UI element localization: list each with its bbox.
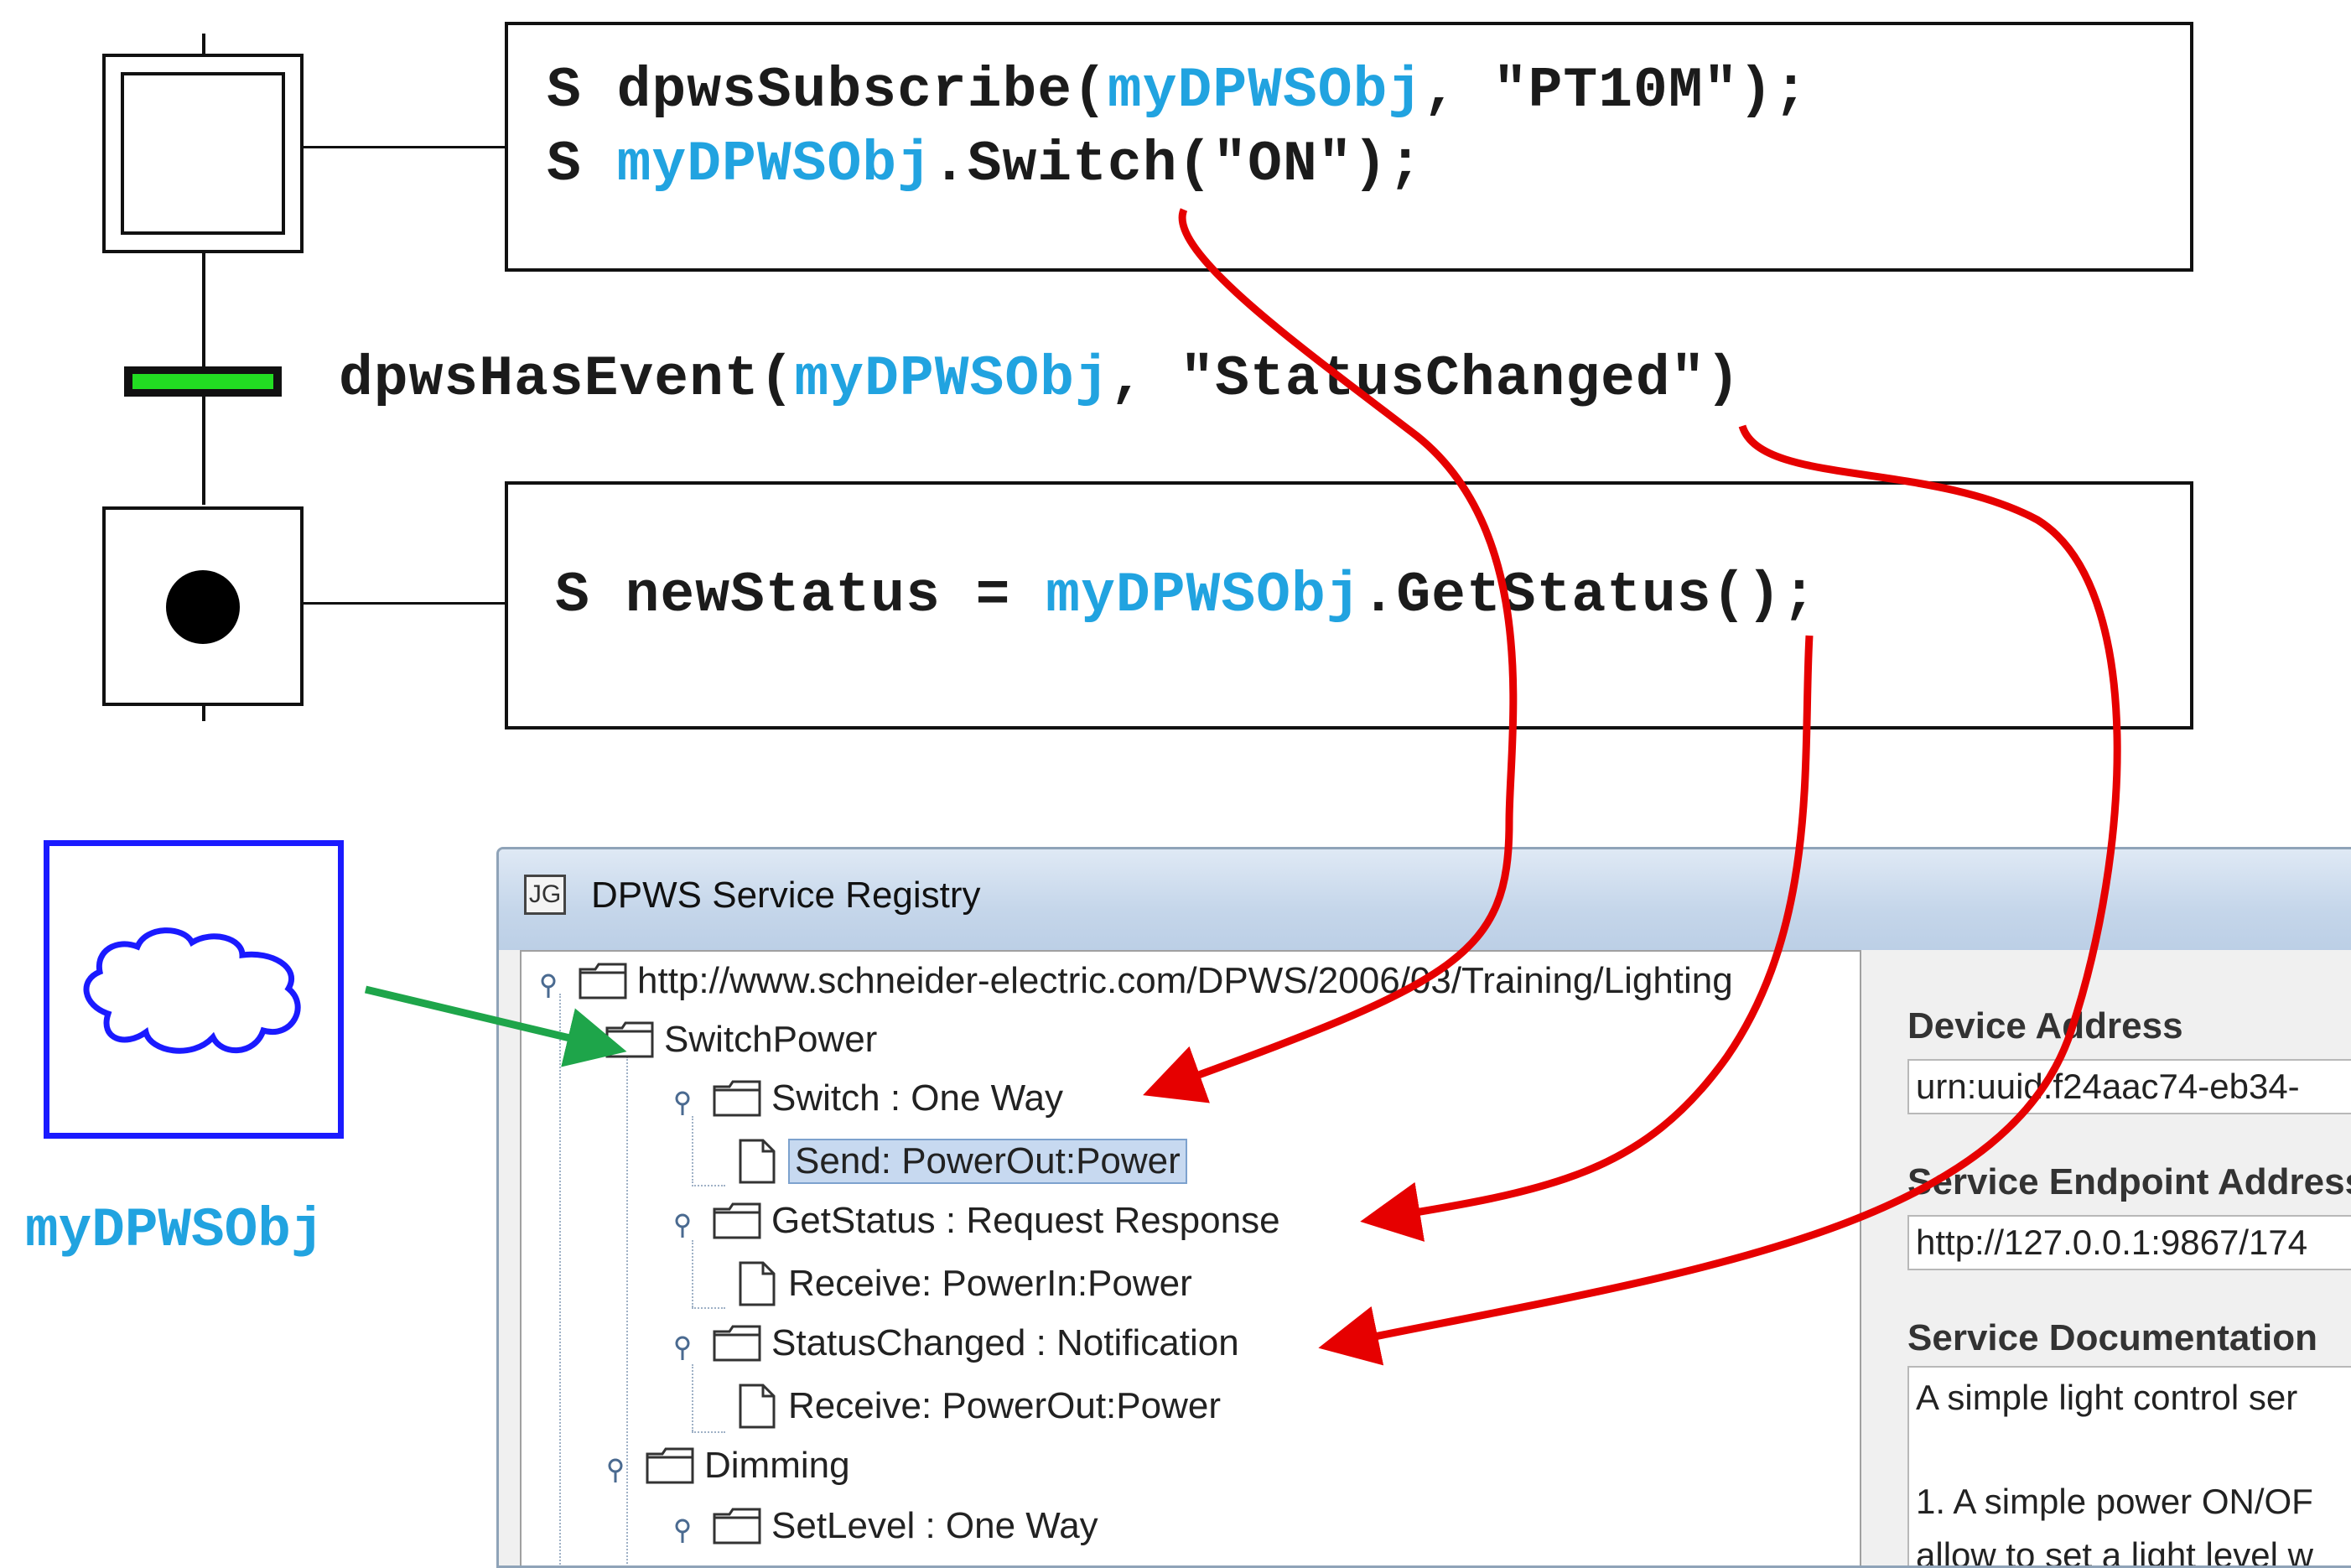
tree-item-send-message[interactable]: Send: PowerOut:Power <box>738 1138 1187 1185</box>
tree-item-switch-operation[interactable]: Switch : One Way <box>672 1077 1063 1119</box>
device-address-label: Device Address <box>1907 1005 2183 1046</box>
tree-item-receive-powerout[interactable]: Receive: PowerOut:Power <box>738 1383 1221 1430</box>
folder-icon <box>713 1508 761 1545</box>
tree-expand-handle[interactable] <box>672 1207 701 1238</box>
tree-item-receive-powerin[interactable]: Receive: PowerIn:Power <box>738 1260 1192 1307</box>
doc-line-2: 1. A simple power ON/OF <box>1916 1482 2313 1521</box>
initial-step <box>102 54 304 253</box>
service-documentation-text[interactable]: A simple light control ser 1. A simple po… <box>1907 1366 2351 1568</box>
tree-expand-handle[interactable] <box>672 1084 701 1115</box>
active-step <box>102 506 304 706</box>
object-box <box>44 840 344 1139</box>
doc-line-1: A simple light control ser <box>1916 1378 2298 1417</box>
folder-icon <box>713 1325 761 1362</box>
device-address-field[interactable]: urn:uuid:f24aac74-eb34- <box>1907 1059 2351 1114</box>
folder-icon <box>713 1202 761 1239</box>
tree-item-label: http://www.schneider-electric.com/DPWS/2… <box>637 960 1733 1001</box>
tree-expand-handle[interactable] <box>605 1451 634 1482</box>
tree-item-label: StatusChanged : Notification <box>771 1322 1239 1363</box>
sfc-line-bottom <box>202 706 205 721</box>
tree-item-setlevel-operation[interactable]: SetLevel : One Way <box>672 1505 1098 1547</box>
window-title: DPWS Service Registry <box>591 875 981 916</box>
tree-item-label: SetLevel : One Way <box>771 1505 1098 1546</box>
tree-item-label: Dimming <box>704 1445 850 1486</box>
tree-item-dimming[interactable]: Dimming <box>605 1445 850 1487</box>
cloud-icon <box>83 927 301 1054</box>
active-token <box>166 570 240 644</box>
object-name-label: myDPWSObj <box>25 1199 324 1262</box>
transition-bar <box>124 366 282 397</box>
doc-line-3: allow to set a light level w <box>1916 1535 2313 1568</box>
tree-item-label: Receive: PowerOut:Power <box>788 1385 1221 1426</box>
tree-expand-handle[interactable] <box>672 1512 701 1543</box>
service-endpoint-label: Service Endpoint Address <box>1907 1161 2351 1202</box>
tree-item-label: SwitchPower <box>664 1019 878 1060</box>
tree-item-switchpower[interactable]: SwitchPower <box>605 1019 877 1061</box>
document-icon <box>738 1260 776 1307</box>
tree-item-service-url[interactable]: http://www.schneider-electric.com/DPWS/2… <box>538 960 1733 1002</box>
code-line-switch: S myDPWSObj.Switch("ON"); <box>547 132 1424 197</box>
step-action-link-1 <box>304 146 506 148</box>
tree-item-label: Switch : One Way <box>771 1077 1064 1119</box>
service-documentation-label: Service Documentation <box>1907 1317 2318 1358</box>
code-line-getstatus: S newStatus = myDPWSObj.GetStatus(); <box>555 563 1818 628</box>
folder-icon <box>605 1021 654 1058</box>
document-icon <box>738 1138 776 1185</box>
window-titlebar[interactable]: JG DPWS Service Registry <box>499 849 2351 950</box>
app-icon: JG <box>524 875 566 915</box>
transition-condition: dpwsHasEvent(myDPWSObj, "StatusChanged") <box>339 347 1741 412</box>
dpws-registry-window: JG DPWS Service Registry http://www.schn… <box>496 847 2351 1568</box>
code-line-subscribe: S dpwsSubscribe(myDPWSObj, "PT10M"); <box>547 59 1809 123</box>
step-action-link-2 <box>304 602 506 605</box>
folder-icon <box>579 963 627 999</box>
folder-icon <box>713 1080 761 1117</box>
tree-item-label: GetStatus : Request Response <box>771 1200 1280 1241</box>
tree-item-getstatus-operation[interactable]: GetStatus : Request Response <box>672 1200 1280 1242</box>
service-endpoint-field[interactable]: http://127.0.0.1:9867/174 <box>1907 1215 2351 1270</box>
service-tree[interactable]: http://www.schneider-electric.com/DPWS/2… <box>520 950 1861 1565</box>
tree-item-label: Send: PowerOut:Power <box>788 1139 1187 1184</box>
tree-item-label: Receive: PowerIn:Power <box>788 1263 1192 1304</box>
tree-expand-handle[interactable] <box>672 1329 701 1360</box>
tree-item-statuschanged-operation[interactable]: StatusChanged : Notification <box>672 1322 1239 1364</box>
document-icon <box>738 1383 776 1430</box>
tree-expand-handle[interactable] <box>538 967 567 998</box>
folder-icon <box>646 1447 694 1484</box>
